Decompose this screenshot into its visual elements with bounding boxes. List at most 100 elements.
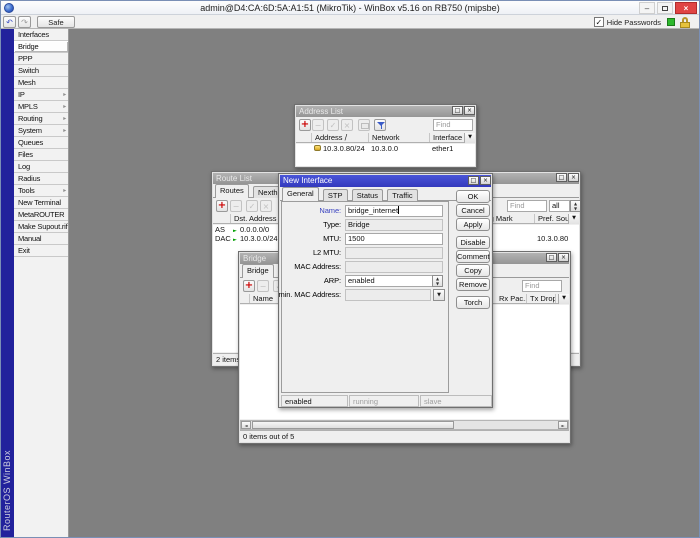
remove-route-button[interactable]: − bbox=[230, 200, 242, 212]
disable-address-button[interactable]: × bbox=[341, 119, 353, 131]
sidebar-item-exit[interactable]: Exit bbox=[14, 245, 68, 257]
address-row[interactable]: 10.3.0.80/24 10.3.0.0 ether1 bbox=[296, 144, 475, 153]
admin-mac-dropdown-button[interactable]: ▼ bbox=[433, 289, 445, 301]
undo-button[interactable]: ↶ bbox=[3, 16, 16, 28]
hide-passwords-checkbox[interactable]: ✓ bbox=[594, 17, 604, 27]
add-address-button[interactable]: + bbox=[299, 119, 311, 131]
sort-asc-icon: / bbox=[345, 133, 348, 142]
sidebar-item-radius[interactable]: Radius bbox=[14, 173, 68, 185]
close-button[interactable]: × bbox=[480, 176, 491, 185]
column-select-button[interactable]: ▼ bbox=[464, 133, 475, 143]
minimize-button[interactable]: □ bbox=[546, 253, 557, 262]
winbox-app: admin@D4:CA:6D:5A:A1:51 (MikroTik) - Win… bbox=[0, 0, 700, 538]
scroll-left-button[interactable]: ◄ bbox=[241, 421, 251, 429]
new-interface-titlebar[interactable]: New Interface bbox=[280, 175, 491, 187]
apply-button[interactable]: Apply bbox=[456, 218, 490, 231]
sidebar-item-ppp[interactable]: PPP bbox=[14, 53, 68, 65]
close-button[interactable]: × bbox=[558, 253, 569, 262]
app-titlebar[interactable]: admin@D4:CA:6D:5A:A1:51 (MikroTik) - Win… bbox=[1, 1, 699, 15]
scrollbar-thumb[interactable] bbox=[252, 421, 454, 429]
minimize-button[interactable]: □ bbox=[468, 176, 479, 185]
sidebar-item-routing[interactable]: Routing▸ bbox=[14, 113, 68, 125]
sidebar-item-ip[interactable]: IP▸ bbox=[14, 89, 68, 101]
sidebar-item-mpls[interactable]: MPLS▸ bbox=[14, 101, 68, 113]
scroll-right-button[interactable]: ► bbox=[558, 421, 568, 429]
mac-address-input bbox=[345, 261, 443, 273]
horizontal-scrollbar[interactable]: ◄ ► bbox=[240, 420, 569, 430]
minimize-button[interactable]: □ bbox=[452, 106, 463, 115]
tab-status[interactable]: Status bbox=[352, 189, 383, 201]
sidebar-item-tools[interactable]: Tools▸ bbox=[14, 185, 68, 197]
app-toolbar: ↶ ↷ Safe Mode ✓ Hide Passwords bbox=[1, 15, 699, 29]
safe-mode-button[interactable]: Safe Mode bbox=[37, 16, 75, 28]
minimize-button[interactable]: □ bbox=[556, 173, 567, 182]
column-select-button[interactable]: ▼ bbox=[568, 214, 579, 224]
comment-button[interactable]: Comment bbox=[456, 250, 490, 263]
comment-address-button[interactable] bbox=[358, 119, 370, 131]
sidebar-item-metarouter[interactable]: MetaROUTER bbox=[14, 209, 68, 221]
sidebar-item-new-terminal[interactable]: New Terminal bbox=[14, 197, 68, 209]
hide-passwords-label: Hide Passwords bbox=[607, 18, 661, 27]
rx-packets-column-header[interactable]: Rx Pac... bbox=[496, 294, 527, 303]
tab-stp[interactable]: STP bbox=[323, 189, 348, 201]
app-maximize-button[interactable] bbox=[657, 2, 673, 14]
ok-button[interactable]: OK bbox=[456, 190, 490, 203]
copy-button[interactable]: Copy bbox=[456, 264, 490, 277]
tab-general[interactable]: General bbox=[282, 187, 319, 201]
remove-bridge-button[interactable]: − bbox=[257, 280, 269, 292]
sidebar-item-make-supout[interactable]: Make Supout.rif bbox=[14, 221, 68, 233]
sidebar-item-manual[interactable]: Manual bbox=[14, 233, 68, 245]
route-filter-select[interactable]: all bbox=[549, 200, 570, 212]
tab-bridge[interactable]: Bridge bbox=[242, 264, 274, 278]
flags-column-header[interactable] bbox=[296, 133, 312, 142]
cancel-button[interactable]: Cancel bbox=[456, 204, 490, 217]
arp-spinner-button[interactable]: ▲▼ bbox=[432, 275, 443, 287]
remove-button[interactable]: Remove bbox=[456, 278, 490, 291]
comment-icon bbox=[361, 123, 369, 129]
sidebar-item-system[interactable]: System▸ bbox=[14, 125, 68, 137]
flags-column-header[interactable] bbox=[213, 214, 231, 223]
remove-address-button[interactable]: − bbox=[312, 119, 324, 131]
filter-button[interactable] bbox=[374, 119, 386, 131]
arp-select[interactable]: enabled bbox=[345, 275, 443, 287]
sidebar-item-log[interactable]: Log bbox=[14, 161, 68, 173]
enable-route-button[interactable]: ✓ bbox=[246, 200, 258, 212]
name-input[interactable]: bridge_internet bbox=[345, 205, 443, 217]
sidebar-item-queues[interactable]: Queues bbox=[14, 137, 68, 149]
route-find-input[interactable]: Find bbox=[507, 200, 547, 212]
column-select-button[interactable]: ▼ bbox=[558, 294, 569, 304]
disable-button[interactable]: Disable bbox=[456, 236, 490, 249]
sidebar-item-interfaces[interactable]: Interfaces bbox=[14, 29, 68, 41]
close-button[interactable]: × bbox=[464, 106, 475, 115]
add-route-button[interactable]: + bbox=[216, 200, 228, 212]
disable-route-button[interactable]: × bbox=[260, 200, 272, 212]
mtu-input[interactable]: 1500 bbox=[345, 233, 443, 245]
tab-routes[interactable]: Routes bbox=[215, 184, 249, 198]
address-column-header[interactable]: Address / bbox=[312, 133, 369, 142]
submenu-arrow-icon: ▸ bbox=[63, 113, 66, 124]
enable-address-button[interactable]: ✓ bbox=[327, 119, 339, 131]
bridge-find-input[interactable]: Find bbox=[522, 280, 562, 292]
sidebar-item-mesh[interactable]: Mesh bbox=[14, 77, 68, 89]
app-close-button[interactable]: × bbox=[675, 2, 697, 14]
sidebar-item-bridge[interactable]: Bridge bbox=[14, 41, 68, 53]
sidebar-item-files[interactable]: Files bbox=[14, 149, 68, 161]
flags-column-header[interactable] bbox=[240, 294, 250, 303]
tx-drops-column-header[interactable]: Tx Drops bbox=[527, 294, 556, 303]
network-column-header[interactable]: Network bbox=[369, 133, 430, 142]
mtu-field-label: MTU: bbox=[323, 233, 341, 245]
sidebar-item-switch[interactable]: Switch bbox=[14, 65, 68, 77]
pref-source-column-header[interactable]: Pref. Source bbox=[535, 214, 571, 223]
filter-spinner-button[interactable]: ▲▼ bbox=[570, 200, 581, 212]
add-bridge-button[interactable]: + bbox=[243, 280, 255, 292]
close-button[interactable]: × bbox=[568, 173, 579, 182]
address-find-input[interactable]: Find bbox=[433, 119, 473, 131]
torch-button[interactable]: Torch bbox=[456, 296, 490, 309]
dst-address-cell: 0.0.0.0/0 bbox=[240, 225, 269, 234]
tab-traffic[interactable]: Traffic bbox=[387, 189, 417, 201]
pref-source-cell: 10.3.0.80 bbox=[537, 234, 568, 243]
app-minimize-button[interactable]: – bbox=[639, 2, 655, 14]
interface-column-header[interactable]: Interface bbox=[430, 133, 466, 142]
address-list-titlebar[interactable]: Address List bbox=[296, 106, 475, 117]
redo-button[interactable]: ↷ bbox=[18, 16, 31, 28]
